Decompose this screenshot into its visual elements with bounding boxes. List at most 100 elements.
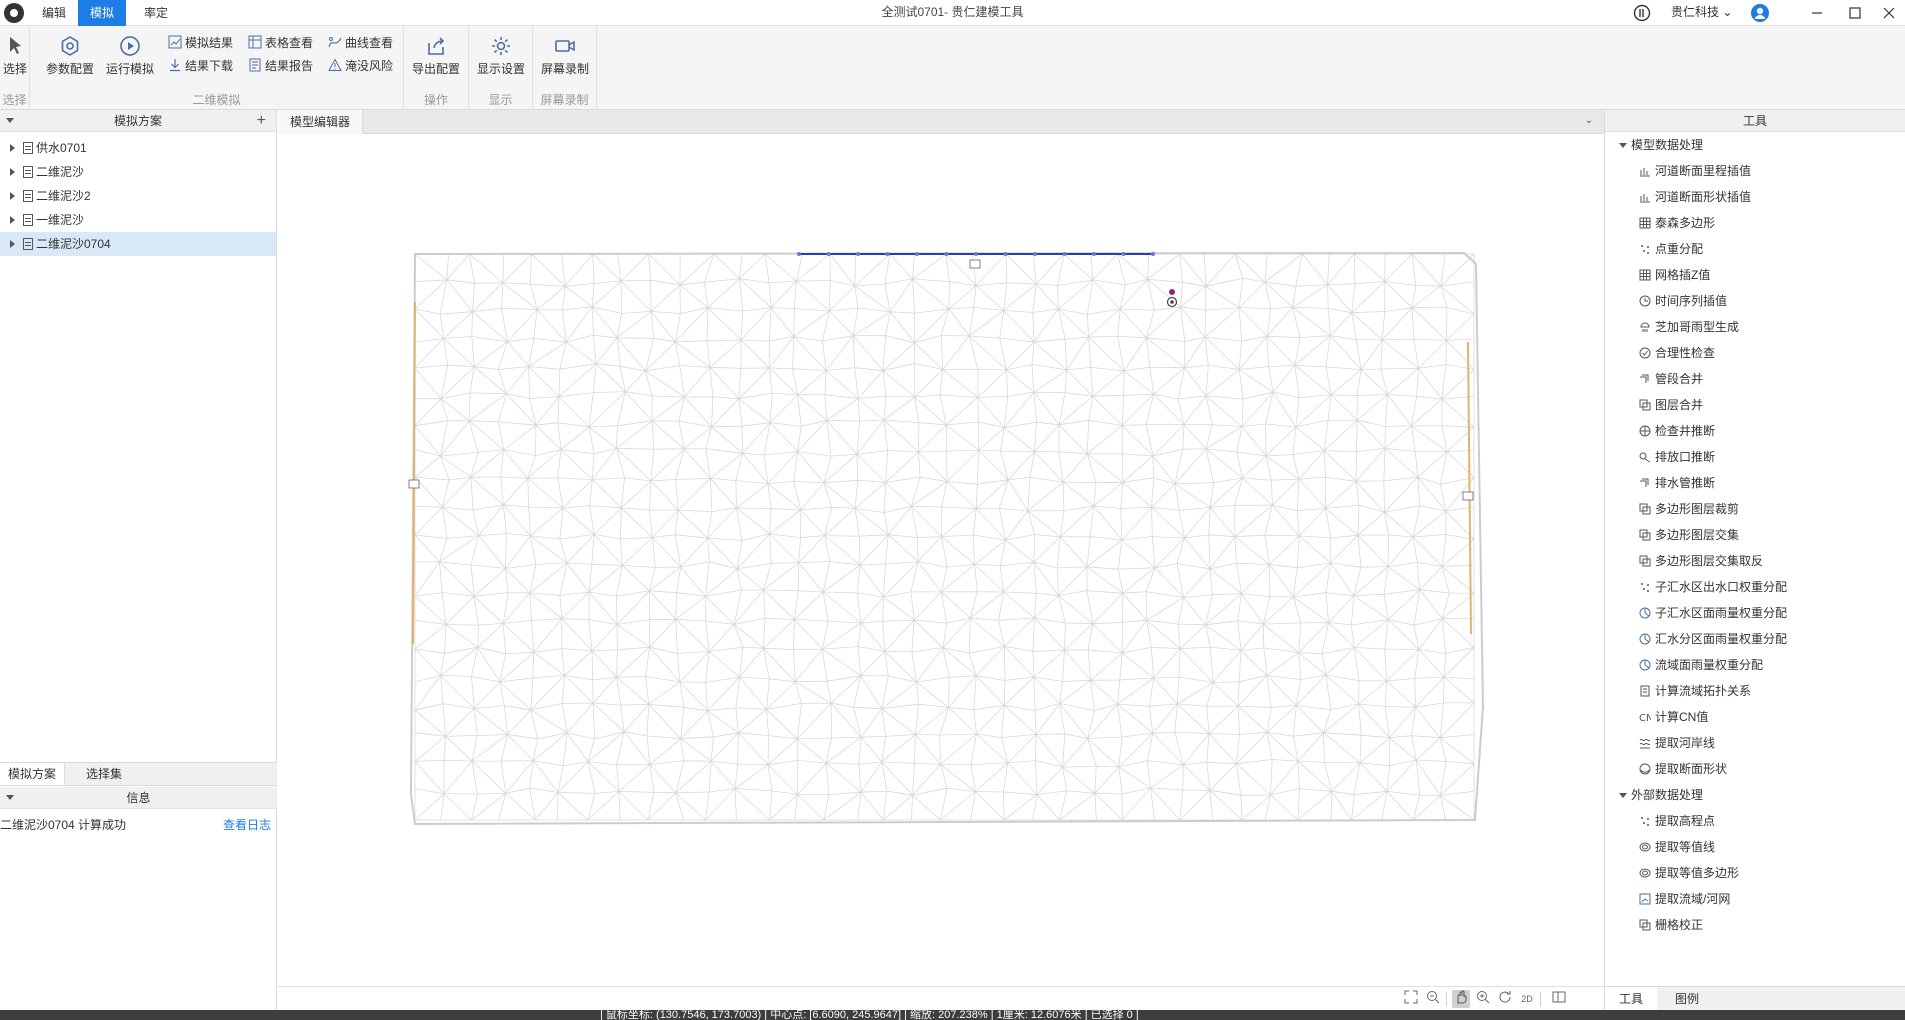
scheme-item[interactable]: 供水0701 <box>0 136 276 160</box>
tool-item[interactable]: 提取断面形状 <box>1639 758 1727 780</box>
tab-tools[interactable]: 工具 <box>1605 987 1658 1011</box>
tool-item-label: 排放口推断 <box>1655 450 1716 464</box>
tool-item[interactable]: 提取高程点 <box>1639 810 1715 832</box>
screen-record-button[interactable]: 屏幕录制 <box>537 32 593 80</box>
scheme-item[interactable]: 一维泥沙 <box>0 208 276 232</box>
export-config-button[interactable]: 导出配置 <box>408 32 464 80</box>
chevron-down-icon[interactable]: ⌄ <box>1582 114 1596 128</box>
tool-item[interactable]: 检查井推断 <box>1639 420 1715 442</box>
expand-arrow-icon[interactable] <box>10 192 15 200</box>
scheme-panel-header[interactable]: 模拟方案 + <box>0 110 276 132</box>
fit-extent-icon[interactable] <box>1402 990 1420 1008</box>
tool-item[interactable]: 提取等值多边形 <box>1639 862 1739 884</box>
tool-item[interactable]: 芝加哥雨型生成 <box>1639 316 1739 338</box>
boundary-marker-icon[interactable] <box>1462 491 1474 501</box>
tool-category[interactable]: 模型数据处理 <box>1619 134 1703 156</box>
window-title: 全测试0701- 贵仁建模工具 <box>881 5 1024 19</box>
tool-item-label: 子汇水区面雨量权重分配 <box>1655 606 1788 620</box>
map-canvas[interactable] <box>278 134 1604 986</box>
source-point-marker[interactable] <box>1169 289 1175 295</box>
tool-item[interactable]: 河道断面形状插值 <box>1639 186 1751 208</box>
info-panel-title: 信息 <box>126 791 151 805</box>
tool-item[interactable]: 多边形图层裁剪 <box>1639 498 1739 520</box>
collapse-triangle-icon[interactable] <box>1619 793 1627 798</box>
tool-item[interactable]: 流域面雨量权重分配 <box>1639 654 1763 676</box>
tool-category-label: 模型数据处理 <box>1631 138 1704 152</box>
expand-arrow-icon[interactable] <box>10 144 15 152</box>
flood-risk-button[interactable]: 淹没风险 <box>328 56 393 76</box>
tool-item[interactable]: 计算流域拓扑关系 <box>1639 680 1751 702</box>
tool-item[interactable]: 点重分配 <box>1639 238 1703 260</box>
pie-icon <box>1639 659 1651 671</box>
curve-view-button[interactable]: 曲线查看 <box>328 33 393 53</box>
result-report-button[interactable]: 结果报告 <box>248 56 313 76</box>
tab-schemes[interactable]: 模拟方案 <box>0 763 66 785</box>
table-view-button[interactable]: 表格查看 <box>248 33 313 53</box>
right-boundary[interactable] <box>1467 341 1472 635</box>
tool-item[interactable]: 网格插Z值 <box>1639 264 1710 286</box>
report-icon <box>249 58 261 72</box>
boundary-marker-icon[interactable] <box>969 259 981 269</box>
document-icon <box>23 190 33 202</box>
tool-category[interactable]: 外部数据处理 <box>1619 784 1703 806</box>
tool-item[interactable]: 排水管推断 <box>1639 472 1715 494</box>
zoom-region-icon[interactable] <box>1424 990 1442 1008</box>
tool-item[interactable]: 河道断面里程插值 <box>1639 160 1751 182</box>
split-view-icon[interactable] <box>1550 990 1568 1008</box>
minimize-icon[interactable] <box>1810 0 1824 26</box>
scheme-item[interactable]: 二维泥沙 <box>0 160 276 184</box>
tab-selection-set[interactable]: 选择集 <box>78 763 130 785</box>
close-icon[interactable] <box>1882 0 1896 26</box>
pan-hand-icon[interactable] <box>1452 990 1470 1008</box>
expand-arrow-icon[interactable] <box>10 240 15 248</box>
tool-item[interactable]: 提取等值线 <box>1639 836 1715 858</box>
tool-item[interactable]: 时间序列插值 <box>1639 290 1727 312</box>
tool-item[interactable]: CN 计算CN值 <box>1639 706 1708 728</box>
scheme-item-label: 供水0701 <box>36 141 87 155</box>
collapse-triangle-icon[interactable] <box>6 795 14 800</box>
boundary-marker-icon[interactable] <box>408 479 420 489</box>
tool-item[interactable]: 提取河岸线 <box>1639 732 1715 754</box>
tool-item[interactable]: 多边形图层交集取反 <box>1639 550 1763 572</box>
tool-item[interactable]: 泰森多边形 <box>1639 212 1715 234</box>
user-avatar-icon[interactable] <box>1750 0 1770 26</box>
info-icon[interactable] <box>1633 0 1651 26</box>
expand-arrow-icon[interactable] <box>10 168 15 176</box>
cn-icon: CN <box>1639 713 1651 723</box>
scheme-item-selected[interactable]: 二维泥沙0704 <box>0 232 276 256</box>
sim-result-button[interactable]: 模拟结果 <box>168 33 233 53</box>
mesh-view[interactable] <box>278 134 1604 986</box>
expand-arrow-icon[interactable] <box>10 216 15 224</box>
tool-item[interactable]: 合理性检查 <box>1639 342 1715 364</box>
tool-item[interactable]: 栅格校正 <box>1639 914 1703 936</box>
menu-tab-simulate[interactable]: 模拟 <box>78 0 127 26</box>
result-download-button[interactable]: 结果下载 <box>168 56 233 76</box>
group-label-sim2d: 二维模拟 <box>192 93 241 107</box>
tab-legend[interactable]: 图例 <box>1661 987 1713 1011</box>
tool-item[interactable]: 管段合并 <box>1639 368 1703 390</box>
info-panel-header[interactable]: 信息 <box>0 787 277 809</box>
tool-item[interactable]: 子汇水区出水口权重分配 <box>1639 576 1787 598</box>
view-mode-2d-button[interactable]: 2D <box>1518 990 1536 1008</box>
tool-item[interactable]: 提取流域/河网 <box>1639 888 1730 910</box>
tab-model-editor[interactable]: 模型编辑器 <box>278 110 364 134</box>
menu-tab-calibrate[interactable]: 率定 <box>132 0 180 26</box>
scheme-item[interactable]: 二维泥沙2 <box>0 184 276 208</box>
add-scheme-icon[interactable]: + <box>257 110 266 132</box>
display-settings-button[interactable]: 显示设置 <box>473 32 529 80</box>
collapse-triangle-icon[interactable] <box>1619 143 1627 148</box>
collapse-triangle-icon[interactable] <box>6 118 14 123</box>
run-sim-button[interactable]: 运行模拟 <box>102 32 158 80</box>
tool-item[interactable]: 排放口推断 <box>1639 446 1715 468</box>
tool-item[interactable]: 子汇水区面雨量权重分配 <box>1639 602 1787 624</box>
tool-item[interactable]: 汇水分区面雨量权重分配 <box>1639 628 1787 650</box>
param-config-button[interactable]: 参数配置 <box>42 32 98 80</box>
zoom-in-icon[interactable] <box>1474 990 1492 1008</box>
maximize-icon[interactable] <box>1848 0 1862 26</box>
tool-item[interactable]: 图层合并 <box>1639 394 1703 416</box>
view-log-link[interactable]: 查看日志 <box>223 814 271 836</box>
tool-item[interactable]: 多边形图层交集 <box>1639 524 1739 546</box>
menu-tab-edit[interactable]: 编辑 <box>30 0 78 26</box>
company-menu[interactable]: 贵仁科技 ⌄ <box>1671 0 1732 26</box>
refresh-icon[interactable] <box>1496 990 1514 1008</box>
